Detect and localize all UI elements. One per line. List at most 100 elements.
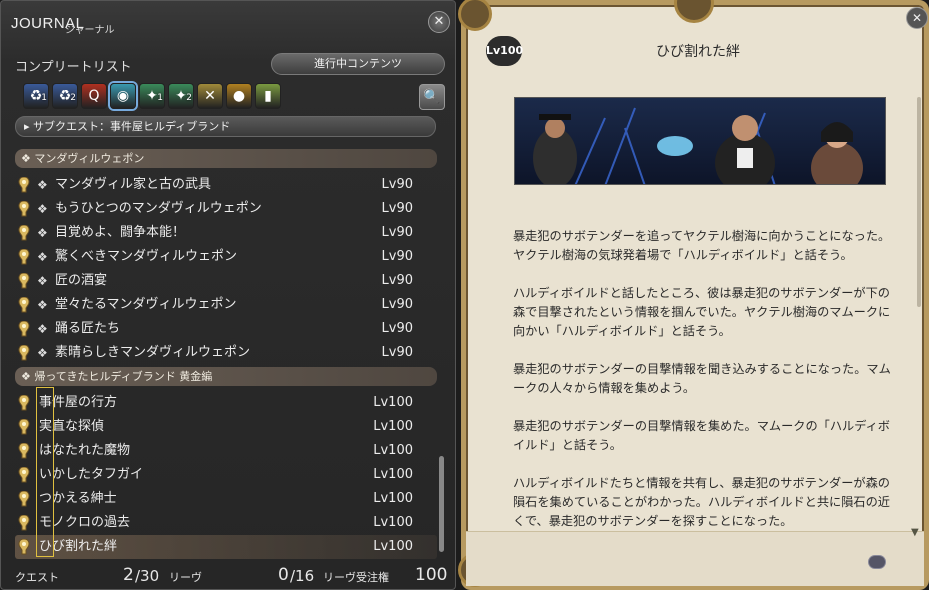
quest-level: Lv90 (381, 177, 413, 192)
quest-detail-panel: ✕ Lv100 ひび割れた絆 暴走犯のサボテンダーを追ってヤクテル樹海に向かうこ… (458, 0, 929, 590)
quest-complete-icon (18, 249, 30, 265)
repeat-mark-icon: ❖ (37, 178, 48, 192)
description-paragraph: ハルディボイルドと話したところ、彼は暴走犯のサボテンダーが下の森で目撃されたとい… (513, 286, 891, 338)
quest-complete-icon (18, 321, 30, 337)
quest-row[interactable]: モノクロの過去 Lv100 (15, 511, 437, 535)
quest-complete-icon (18, 443, 30, 459)
quest-complete-icon (18, 491, 30, 507)
filter-sub-number: 1 (157, 93, 163, 103)
quest-row[interactable]: ひび割れた絆 Lv100 (15, 535, 437, 559)
bag-icon[interactable]: ● (226, 83, 252, 109)
quest-level: Lv90 (381, 225, 413, 240)
quest-banner-image (514, 97, 886, 185)
quest-group-header[interactable]: ❖ 帰ってきたヒルディブランド 黄金編 (15, 367, 437, 386)
quest-complete-icon (18, 297, 30, 313)
quest-row[interactable]: ❖ 匠の酒宴 Lv90 (15, 269, 437, 293)
repeat-mark-icon: ❖ (37, 250, 48, 264)
chat-bubble-icon[interactable] (868, 555, 886, 569)
quest-row[interactable]: つかえる紳士 Lv100 (15, 487, 437, 511)
quest-complete-icon (18, 177, 30, 193)
quest-name: 目覚めよ、闘争本能！ (55, 225, 186, 240)
description-paragraph: ハルディボイルドたちと情報を共有し、暴走犯のサボテンダーが森の隕石を集めているこ… (513, 476, 890, 528)
close-icon[interactable]: ✕ (906, 7, 928, 29)
close-icon[interactable]: ✕ (428, 11, 450, 33)
quest-complete-icon (18, 419, 30, 435)
quest-description: 暴走犯のサボテンダーを追ってヤクテル樹海に向かうことになった。ヤクテル樹海の気球… (513, 227, 893, 532)
quest-name: 驚くべきマンダヴィルウェポン (55, 249, 238, 264)
description-scrollbar[interactable] (917, 97, 921, 307)
leve-label: リーヴ (169, 571, 202, 584)
quest-row[interactable]: ❖ 堂々たるマンダヴィルウェポン Lv90 (15, 293, 437, 317)
quest-group-header[interactable]: ❖ マンダヴィルウェポン (15, 149, 437, 168)
leve-count-value: 0 (278, 565, 289, 585)
list-scrollbar[interactable] (439, 456, 444, 552)
sidequest-icon[interactable]: ◉ (110, 83, 136, 109)
repeat-mark-icon: ❖ (37, 322, 48, 336)
quest-row[interactable]: 事件屋の行方 Lv100 (15, 391, 437, 415)
quest-row[interactable]: ❖ 素晴らしきマンダヴィルウェポン Lv90 (15, 341, 437, 365)
quest-complete-icon (18, 201, 30, 217)
quest-complete-icon (18, 467, 30, 483)
quest-count-label: クエスト (15, 571, 59, 584)
quest-row[interactable]: 実直な探偵 Lv100 (15, 415, 437, 439)
quest-row[interactable]: はなたれた魔物 Lv100 (15, 439, 437, 463)
description-paragraph: 暴走犯のサボテンダーを追ってヤクテル樹海に向かうことになった。ヤクテル樹海の気球… (513, 229, 891, 262)
quest-level: Lv100 (373, 419, 413, 434)
quest-name: 踊る匠たち (55, 321, 121, 336)
quest-level: Lv90 (381, 249, 413, 264)
filter-sub-number: 1 (41, 93, 47, 103)
in-progress-button[interactable]: 進行中コンテンツ (271, 53, 445, 75)
feature-quest-icon[interactable]: Q (81, 83, 107, 109)
quest-row[interactable]: ❖ 踊る匠たち Lv90 (15, 317, 437, 341)
repeat-mark-icon: ❖ (37, 226, 48, 240)
quest-level: Lv90 (381, 273, 413, 288)
quest-level: Lv90 (381, 321, 413, 336)
quest-count-value: 2 (123, 565, 134, 585)
quest-complete-icon (18, 539, 30, 555)
description-paragraph: 暴走犯のサボテンダーの目撃情報を聞き込みすることになった。マムークの人々から情報… (513, 362, 891, 395)
repeat-mark-icon: ❖ (37, 274, 48, 288)
journal-subtitle: ジャーナル (65, 25, 115, 36)
quest-level: Lv100 (373, 467, 413, 482)
msq-1-icon[interactable]: ♻ 1 (23, 83, 49, 109)
leve-2-icon[interactable]: ✦ 2 (168, 83, 194, 109)
quest-name: もうひとつのマンダヴィルウェポン (55, 201, 262, 216)
chevron-down-icon[interactable]: ▼ (911, 527, 919, 538)
quest-level: Lv100 (373, 491, 413, 506)
leve-allowance-label: リーヴ受注権 (323, 571, 389, 584)
quest-row[interactable]: ❖ 驚くべきマンダヴィルウェポン Lv90 (15, 245, 437, 269)
leve-allowance-value: 100 (415, 565, 448, 585)
quest-row[interactable]: ❖ 目覚めよ、闘争本能！ Lv90 (15, 221, 437, 245)
quest-complete-icon (18, 345, 30, 361)
corner-ornament (458, 0, 492, 31)
quest-name: 堂々たるマンダヴィルウェポン (55, 297, 237, 312)
quest-list: ❖ マンダヴィルウェポン ❖ マンダヴィル家と古の武具 Lv90 ❖ もうひとつのマンダヴ… (15, 149, 437, 559)
quest-level: Lv90 (381, 297, 413, 312)
quest-level: Lv100 (373, 395, 413, 410)
quest-title: ひび割れた絆 (656, 44, 740, 60)
quest-row[interactable]: ❖ もうひとつのマンダヴィルウェポン Lv90 (15, 197, 437, 221)
leve-1-icon[interactable]: ✦ 1 (139, 83, 165, 109)
msq-2-icon[interactable]: ♻ 2 (52, 83, 78, 109)
search-icon[interactable]: 🔍 (419, 84, 445, 110)
filter-sub-number: 2 (186, 93, 192, 103)
repeat-mark-icon: ❖ (37, 346, 48, 360)
icon-highlight-frame (36, 387, 54, 557)
quest-row[interactable]: ❖ マンダヴィル家と古の武具 Lv90 (15, 173, 437, 197)
quest-row[interactable]: いかしたタフガイ Lv100 (15, 463, 437, 487)
quest-level: Lv90 (381, 345, 413, 360)
category-selector[interactable]: ▸ サブクエスト：事件屋ヒルディブランド (15, 116, 436, 137)
quest-complete-icon (18, 273, 30, 289)
description-paragraph: 暴走犯のサボテンダーの目撃情報を集めた。マムークの「ハルディボイルド」と話そう。 (513, 419, 890, 452)
card-icon[interactable]: ▮ (255, 83, 281, 109)
journal-window: JOURNAL ジャーナル ✕ コンプリートリスト 進行中コンテンツ ♻ 1 ♻ 2 Q… (0, 0, 456, 590)
quest-count-total: /30 (135, 567, 160, 585)
quest-level: Lv100 (373, 443, 413, 458)
crest-ornament (674, 0, 714, 23)
quest-name: いかしたタフガイ (39, 467, 144, 482)
repeat-mark-icon: ❖ (37, 298, 48, 312)
detail-footer (466, 531, 924, 586)
crossed-swords-icon[interactable]: ✕ (197, 83, 223, 109)
quest-level: Lv100 (373, 539, 413, 554)
quest-level: Lv90 (381, 201, 413, 216)
